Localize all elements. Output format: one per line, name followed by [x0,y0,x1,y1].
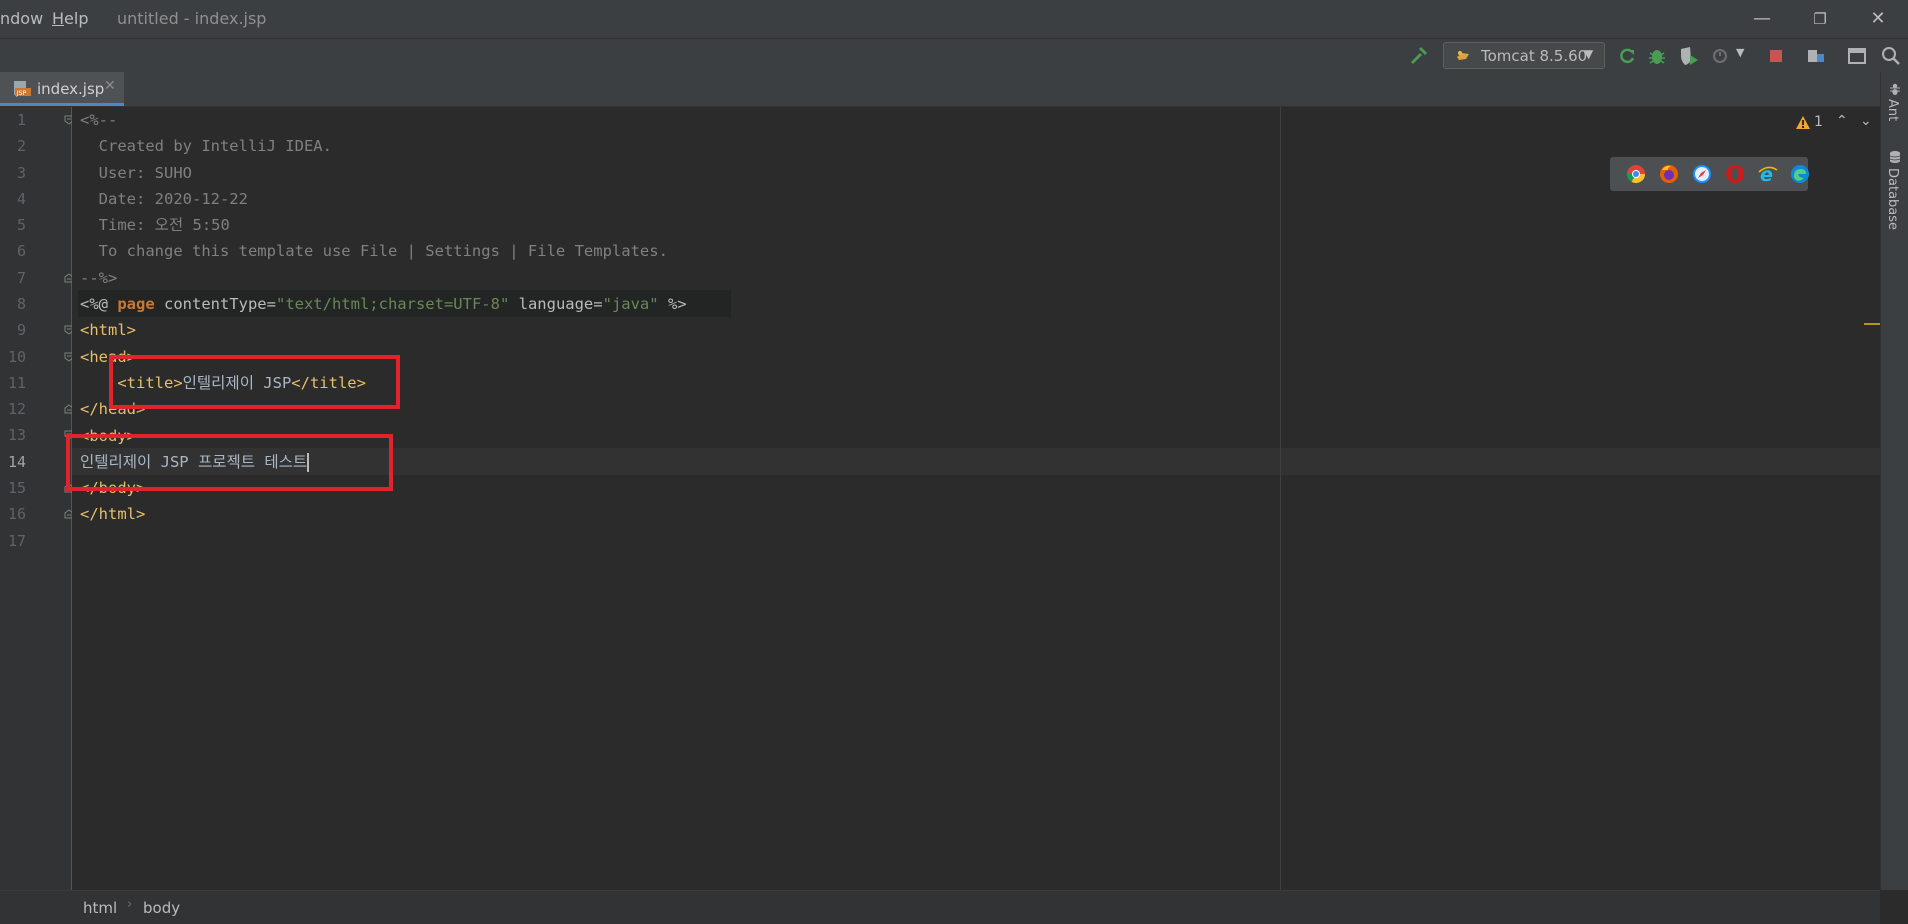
code-line-1[interactable]: <%-- [80,107,117,133]
right-margin-guide [1280,107,1281,890]
restore-button[interactable]: ❐ [1800,4,1840,34]
edge-icon[interactable] [1790,164,1810,184]
line-number: 2 [16,137,26,155]
line-number: 1 [16,111,26,129]
code-line-3[interactable]: User: SUHO [80,160,192,186]
line-number: 15 [7,479,26,497]
warning-count: 1 [1814,114,1823,130]
line-number: 10 [7,348,26,366]
breadcrumb: html › body [0,890,1880,924]
project-structure-icon[interactable] [1805,45,1827,67]
line-number: 6 [16,242,26,260]
highlight-box-body [66,434,393,491]
opera-icon[interactable] [1725,164,1745,184]
chevron-down-icon: ▼ [1584,47,1594,61]
code-line-4[interactable]: Date: 2020-12-22 [80,186,248,212]
code-line-2[interactable]: Created by IntelliJ IDEA. [80,133,332,159]
safari-icon[interactable] [1692,164,1712,184]
debug-icon[interactable] [1646,45,1668,67]
breadcrumb-html[interactable]: html [83,899,117,917]
breadcrumb-separator-icon: › [127,897,133,912]
menu-help[interactable]: Help [52,9,88,28]
line-number: 13 [7,426,26,444]
code-line-8[interactable]: <%@ page contentType="text/html;charset=… [80,291,687,317]
line-number: 4 [16,190,26,208]
menu-window[interactable]: ndow [0,9,43,28]
attr-content-type-value: "text/html;charset=UTF-8" [275,295,510,313]
line-number: 8 [16,295,26,313]
search-icon[interactable] [1880,45,1902,67]
directive-open: <%@ [80,295,118,313]
menu-help-rest: elp [64,9,89,28]
run-config-label: Tomcat 8.5.60 [1481,47,1588,65]
highlight-box-title [109,355,400,409]
title-bar: ndow Help untitled - index.jsp — ❐ ✕ [0,0,1908,38]
minimize-button[interactable]: — [1742,4,1782,34]
code-editor[interactable] [72,107,1880,890]
directive-keyword: page [117,295,155,313]
ie-icon[interactable]: e [1758,164,1778,184]
tab-label: index.jsp [37,80,105,98]
next-highlight-icon[interactable]: ⌄ [1860,113,1872,129]
svg-text:JSP: JSP [16,89,27,97]
database-icon [1889,151,1901,163]
previous-highlight-icon[interactable]: ⌃ [1836,113,1848,129]
code-line-7[interactable]: --%> [80,265,117,291]
database-tool-button[interactable]: Database [1885,168,1900,230]
code-line-5[interactable]: Time: 오전 5:50 [80,212,230,238]
warning-icon [1796,116,1810,129]
window-title: untitled - index.jsp [117,9,267,28]
menu-help-mnemonic: H [52,9,65,28]
right-tool-stripe: Ant Database [1880,72,1908,890]
ant-icon [1890,83,1900,95]
line-number: 7 [16,269,26,287]
attr-content-type: contentType= [154,295,276,313]
rerun-icon[interactable] [1616,45,1638,67]
open-in-browser-bar: e [1610,157,1810,191]
profile-dropdown-icon[interactable]: ▼ [1736,46,1744,59]
line-number: 11 [7,374,26,392]
code-line-9[interactable]: <html> [80,317,136,343]
close-tab-icon[interactable]: ✕ [104,78,116,94]
jsp-file-icon: JSP [14,81,31,97]
toolbar: Tomcat 8.5.60 ▼ ▼ [0,38,1908,72]
coverage-icon[interactable] [1678,45,1700,67]
line-number: 9 [16,321,26,339]
firefox-icon[interactable] [1659,164,1679,184]
stop-icon[interactable] [1765,45,1787,67]
tomcat-icon [1457,51,1469,60]
code-line-6[interactable]: To change this template use File | Setti… [80,238,668,264]
warning-scroll-marker[interactable] [1864,323,1880,325]
line-number: 5 [16,216,26,234]
code-line-16[interactable]: </html> [80,501,145,527]
line-number: 3 [16,164,26,182]
line-number-current: 14 [7,453,26,471]
attr-language-value: "java" [602,295,659,313]
layout-icon[interactable] [1846,45,1868,67]
breadcrumb-body[interactable]: body [143,899,180,917]
attr-language: language= [509,295,603,313]
chrome-icon[interactable] [1626,164,1646,184]
tab-index-jsp[interactable]: JSP index.jsp ✕ [0,72,124,106]
inspection-widget[interactable]: 1 ⌃ ⌄ [1795,113,1875,135]
close-window-button[interactable]: ✕ [1858,4,1898,34]
editor-tab-bar: JSP index.jsp ✕ [0,72,1880,107]
hammer-icon[interactable] [1408,45,1430,67]
ant-tool-button[interactable]: Ant [1885,99,1900,121]
line-number: 16 [7,505,26,523]
line-number: 12 [7,400,26,418]
directive-close: %> [658,295,687,313]
run-configuration-select[interactable]: Tomcat 8.5.60 ▼ [1443,42,1605,69]
line-number-gutter[interactable]: 1 2 3 4 5 6 7 8 9 10 11 12 13 14 15 16 1… [0,107,74,890]
line-number: 17 [7,532,26,550]
profile-icon[interactable] [1710,45,1732,67]
